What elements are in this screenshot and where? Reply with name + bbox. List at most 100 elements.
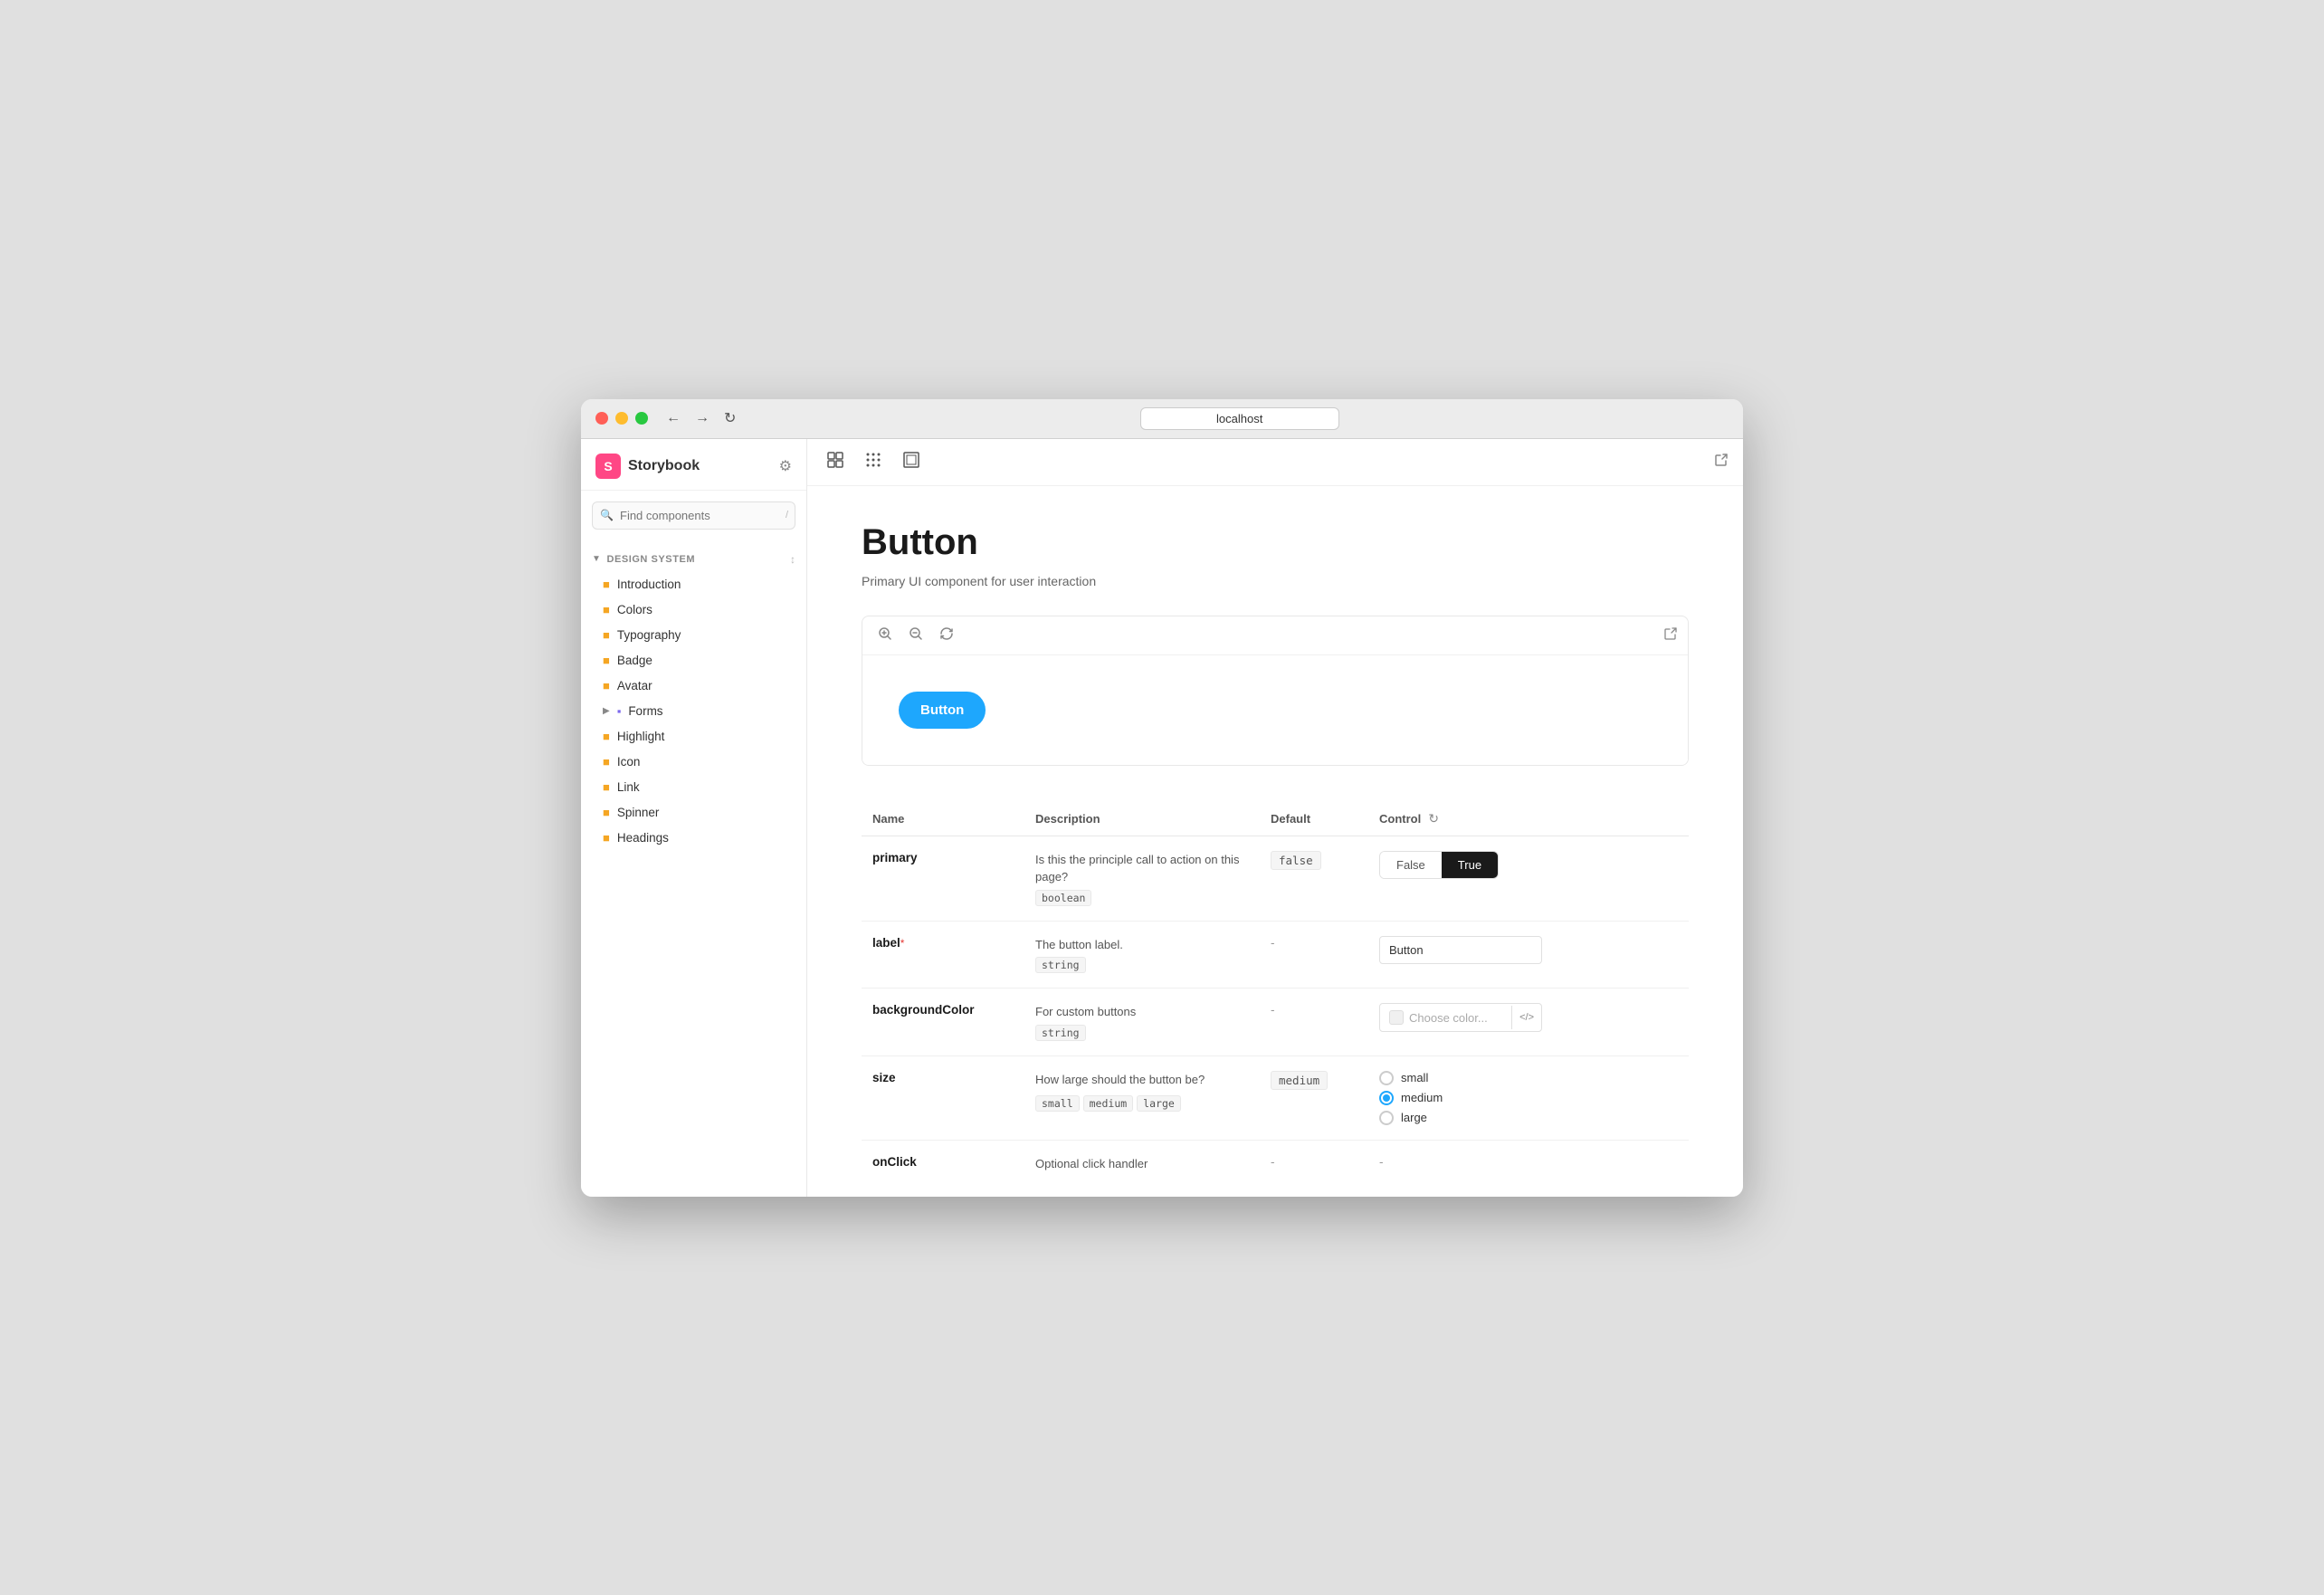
layout-frame-button[interactable] (898, 448, 925, 476)
prop-default-cell: false (1260, 836, 1368, 921)
sidebar-item-typography[interactable]: ■ Typography (585, 623, 803, 647)
prop-default-cell: - (1260, 1140, 1368, 1187)
sidebar-item-forms[interactable]: ▶ ▪ Forms (585, 699, 803, 723)
preview-container: Button (862, 616, 1689, 766)
sidebar-item-label: Icon (617, 755, 641, 769)
props-table: Name Description Default Control ↻ (862, 802, 1689, 1188)
app-title: Storybook (628, 458, 700, 474)
zoom-out-button[interactable] (904, 624, 928, 647)
main-content: Button Primary UI component for user int… (807, 439, 1743, 1197)
prop-desc-cell: For custom buttons string (1024, 989, 1260, 1056)
layout-grid-button[interactable] (822, 448, 849, 476)
doc-icon: ■ (603, 831, 610, 845)
color-swatch[interactable]: Choose color... (1380, 1004, 1511, 1031)
sidebar-item-spinner[interactable]: ■ Spinner (585, 800, 803, 825)
sidebar-section: ▼ DESIGN SYSTEM ↕ ■ Introduction ■ Color… (581, 540, 806, 858)
doc-icon: ■ (603, 603, 610, 616)
traffic-lights (595, 412, 648, 425)
sidebar-item-label: Forms (628, 704, 662, 718)
sidebar-header: S Storybook ⚙ (581, 439, 806, 491)
label-input[interactable] (1379, 936, 1542, 964)
url-input[interactable]: localhost (1140, 407, 1339, 430)
col-header-description: Description (1024, 802, 1260, 836)
section-header-left: ▼ DESIGN SYSTEM (592, 554, 695, 565)
sidebar-item-avatar[interactable]: ■ Avatar (585, 673, 803, 698)
size-large-option[interactable]: large (1379, 1111, 1678, 1125)
prop-name-cell: label* (862, 921, 1024, 989)
back-button[interactable]: ← (662, 407, 684, 429)
color-code-button[interactable]: </> (1511, 1006, 1541, 1029)
sidebar-item-label: Colors (617, 603, 652, 616)
doc-icon: ■ (603, 628, 610, 642)
browser-window: ← → ↻ localhost S Storybook ⚙ 🔍 / (581, 399, 1743, 1197)
radio-circle-small (1379, 1071, 1394, 1085)
col-header-control: Control ↻ (1368, 802, 1689, 836)
sidebar-item-label: Spinner (617, 806, 660, 819)
sidebar-item-label: Headings (617, 831, 669, 845)
prop-default-cell: - (1260, 989, 1368, 1056)
color-control: Choose color... </> (1379, 1003, 1542, 1032)
minimize-button[interactable] (615, 412, 628, 425)
radio-inner-medium (1383, 1094, 1390, 1102)
doc-icon: ■ (603, 730, 610, 743)
zoom-reset-button[interactable] (935, 624, 958, 647)
settings-icon[interactable]: ⚙ (779, 457, 792, 475)
prop-desc-cell: Optional click handler (1024, 1140, 1260, 1187)
sidebar-item-colors[interactable]: ■ Colors (585, 597, 803, 622)
doc-icon: ■ (603, 679, 610, 692)
page-subtitle: Primary UI component for user interactio… (862, 574, 1689, 588)
logo-area: S Storybook (595, 454, 700, 479)
section-chevron-icon: ▼ (592, 554, 601, 564)
zoom-in-button[interactable] (873, 624, 897, 647)
reset-all-button[interactable]: ↻ (1428, 811, 1439, 826)
section-header[interactable]: ▼ DESIGN SYSTEM ↕ (581, 548, 806, 571)
size-large-label: large (1401, 1111, 1427, 1124)
external-link-icon[interactable] (1714, 453, 1729, 471)
prop-name-cell: onClick (862, 1140, 1024, 1187)
prop-control-cell (1368, 921, 1689, 989)
table-row: primary Is this the principle call to ac… (862, 836, 1689, 921)
size-small-label: small (1401, 1071, 1428, 1084)
sidebar-item-introduction[interactable]: ■ Introduction (585, 572, 803, 597)
layout-dots-button[interactable] (860, 448, 887, 476)
sidebar: S Storybook ⚙ 🔍 / ▼ DESIGN SYSTEM ↕ (581, 439, 807, 1197)
address-bar: localhost (750, 407, 1729, 430)
sidebar-item-headings[interactable]: ■ Headings (585, 826, 803, 850)
doc-icon: ■ (603, 755, 610, 769)
search-input[interactable] (592, 501, 795, 530)
forms-chevron-icon: ▶ (603, 706, 610, 716)
nav-controls: ← → ↻ (662, 407, 739, 429)
size-medium-option[interactable]: medium (1379, 1091, 1678, 1105)
preview-external-icon[interactable] (1664, 627, 1677, 643)
size-radio-group: small medium (1379, 1071, 1678, 1125)
forward-button[interactable]: → (691, 407, 713, 429)
close-button[interactable] (595, 412, 608, 425)
prop-name-cell: size (862, 1055, 1024, 1140)
radio-circle-medium (1379, 1091, 1394, 1105)
bool-toggle: False True (1379, 851, 1499, 879)
false-option[interactable]: False (1380, 852, 1442, 878)
sidebar-item-label: Avatar (617, 679, 652, 692)
reload-button[interactable]: ↻ (720, 407, 739, 429)
true-option[interactable]: True (1442, 852, 1498, 878)
size-small-option[interactable]: small (1379, 1071, 1678, 1085)
sidebar-item-link[interactable]: ■ Link (585, 775, 803, 799)
prop-desc-cell: How large should the button be? small me… (1024, 1055, 1260, 1140)
sidebar-item-highlight[interactable]: ■ Highlight (585, 724, 803, 749)
radio-circle-large (1379, 1111, 1394, 1125)
sidebar-item-label: Link (617, 780, 640, 794)
doc-icon: ■ (603, 578, 610, 591)
demo-button[interactable]: Button (899, 692, 986, 729)
prop-name-cell: primary (862, 836, 1024, 921)
search-shortcut: / (786, 510, 788, 521)
prop-desc-cell: The button label. string (1024, 921, 1260, 989)
sidebar-item-badge[interactable]: ■ Badge (585, 648, 803, 673)
table-row: label* The button label. string - (862, 921, 1689, 989)
size-type-small: small (1035, 1095, 1080, 1112)
maximize-button[interactable] (635, 412, 648, 425)
preview-canvas: Button (862, 655, 1688, 765)
table-row: size How large should the button be? sma… (862, 1055, 1689, 1140)
prop-default-cell: - (1260, 921, 1368, 989)
sidebar-item-icon[interactable]: ■ Icon (585, 750, 803, 774)
content-area: Button Primary UI component for user int… (807, 486, 1743, 1197)
